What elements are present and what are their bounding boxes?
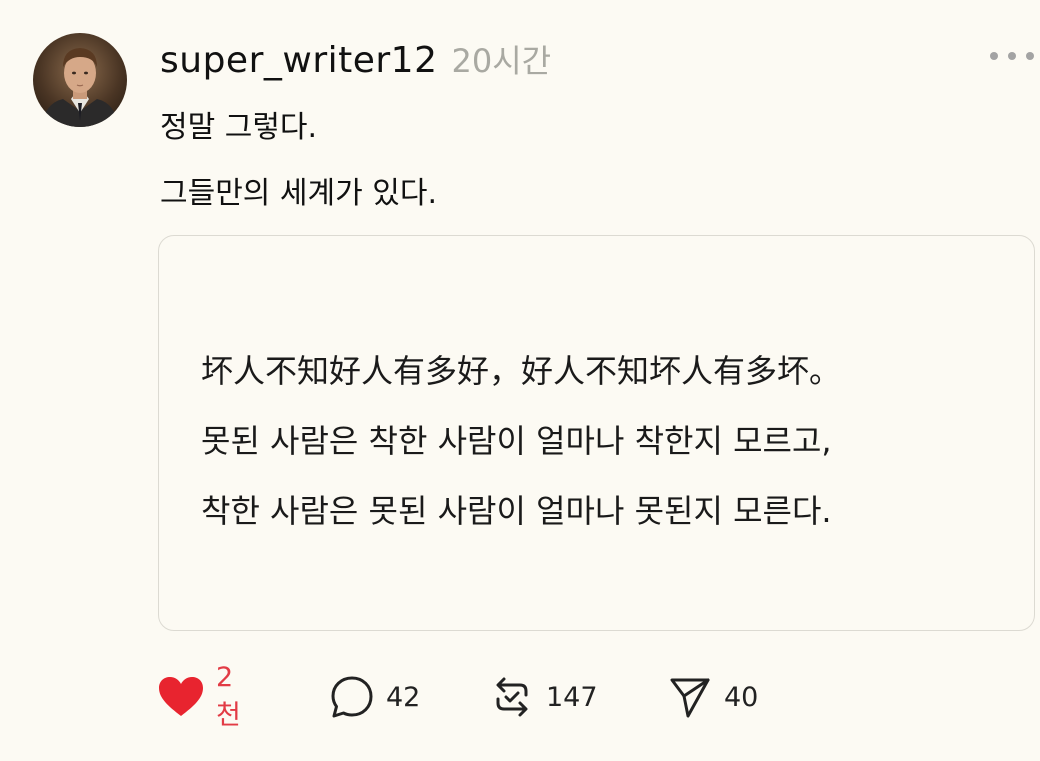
timestamp: 20시간 <box>451 42 552 80</box>
more-dot <box>1026 52 1034 60</box>
more-dot <box>1008 52 1016 60</box>
post-header: super_writer12 20시간 <box>160 36 551 82</box>
quote-line: 착한 사람은 못된 사람이 얼마나 못된지 모른다. <box>201 492 832 530</box>
like-count: 2천 <box>216 662 241 731</box>
share-count: 40 <box>724 681 759 713</box>
post-container: super_writer12 20시간 정말 그렇다. 그들만의 세계가 있다.… <box>0 0 1040 761</box>
comment-bubble-icon <box>330 675 374 719</box>
avatar[interactable] <box>33 33 127 127</box>
like-button[interactable]: 2천 <box>158 662 241 731</box>
comment-button[interactable]: 42 <box>330 675 420 719</box>
repost-button[interactable]: 147 <box>490 675 598 719</box>
post-text-line: 그들만의 세계가 있다. <box>160 176 438 211</box>
share-button[interactable]: 40 <box>668 675 758 719</box>
more-dot <box>990 52 998 60</box>
repost-count: 147 <box>546 681 598 713</box>
quote-line: 坏人不知好人有多好，好人不知坏人有多坏。 <box>201 352 842 390</box>
avatar-portrait-icon <box>41 48 119 127</box>
repost-icon <box>490 675 534 719</box>
comment-count: 42 <box>386 681 421 713</box>
quote-card[interactable]: 坏人不知好人有多好，好人不知坏人有多坏。 못된 사람은 착한 사람이 얼마나 착… <box>158 235 1035 631</box>
quote-line: 못된 사람은 착한 사람이 얼마나 착한지 모르고, <box>201 422 832 460</box>
heart-icon <box>158 676 204 718</box>
username[interactable]: super_writer12 <box>160 40 438 81</box>
more-options-button[interactable] <box>990 46 1034 66</box>
post-text-line: 정말 그렇다. <box>160 110 318 145</box>
send-icon <box>668 675 712 719</box>
